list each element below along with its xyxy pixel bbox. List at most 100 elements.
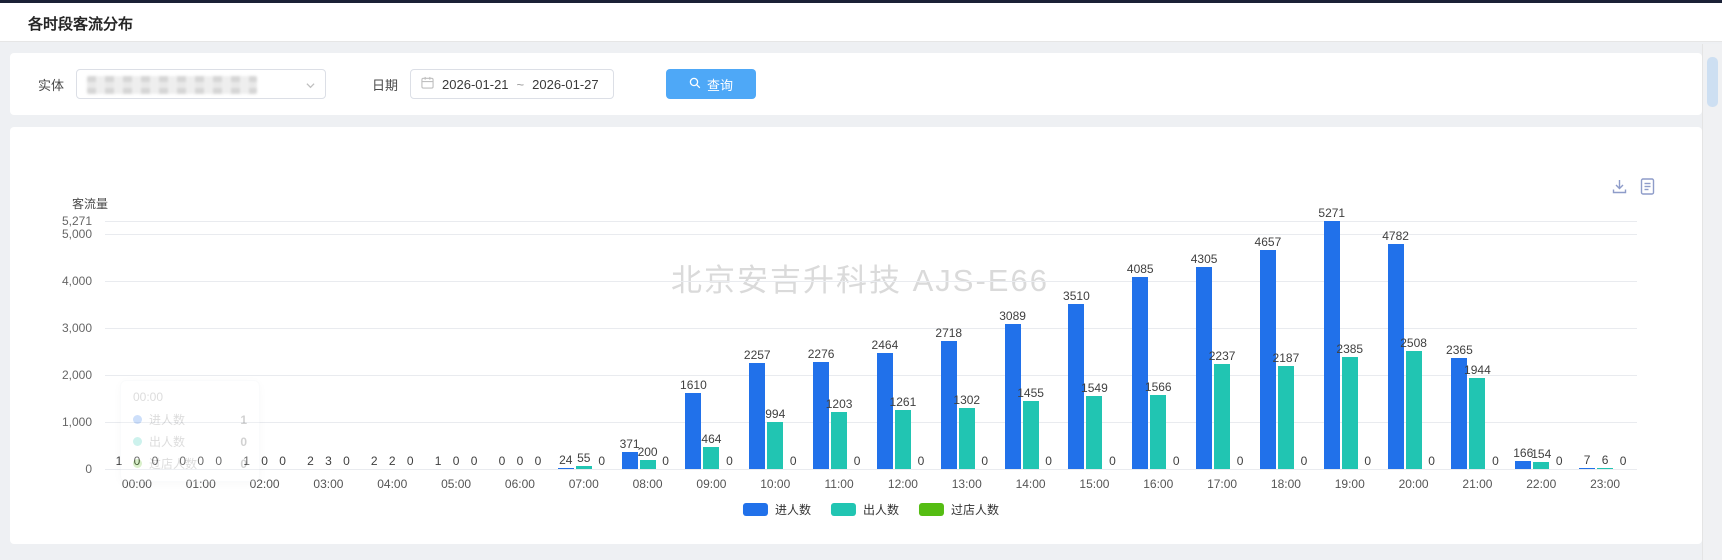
y-gridline	[105, 469, 1637, 470]
tooltip-row: 过店人数0	[133, 455, 247, 472]
x-axis-label: 16:00	[1143, 477, 1173, 491]
legend-swatch	[743, 503, 768, 516]
bar-value-label: 1203	[826, 397, 853, 411]
bar-value-label: 0	[517, 454, 524, 468]
bar-进人数[interactable]	[558, 468, 574, 469]
bar-value-label: 0	[343, 454, 350, 468]
bar-进人数[interactable]	[813, 362, 829, 469]
bar-出人数[interactable]	[1406, 351, 1422, 469]
bar-出人数[interactable]	[1278, 366, 1294, 469]
bar-value-label: 0	[790, 454, 797, 468]
bar-value-label: 1549	[1081, 381, 1108, 395]
page: 各时段客流分布 实体 日期 2026-01-21 ~ 2026-01-27 查询	[0, 0, 1722, 560]
legend-item-过店人数[interactable]: 过店人数	[919, 501, 999, 518]
bar-出人数[interactable]	[1469, 378, 1485, 469]
bar-value-label: 24	[559, 453, 572, 467]
bar-value-label: 6	[1602, 453, 1609, 467]
date-label: 日期	[372, 75, 398, 94]
x-axis-label: 03:00	[313, 477, 343, 491]
bar-value-label: 1566	[1145, 380, 1172, 394]
entity-select[interactable]	[76, 69, 326, 99]
y-axis-tick-label: 4,000	[10, 274, 92, 288]
bar-进人数[interactable]	[1579, 468, 1595, 469]
bar-value-label: 0	[407, 454, 414, 468]
bar-出人数[interactable]	[1086, 396, 1102, 469]
bar-value-label: 55	[577, 451, 590, 465]
bar-出人数[interactable]	[1597, 468, 1613, 469]
bar-value-label: 0	[1301, 454, 1308, 468]
x-axis-label: 23:00	[1590, 477, 1620, 491]
legend-item-出人数[interactable]: 出人数	[831, 501, 899, 518]
bar-出人数[interactable]	[895, 410, 911, 469]
x-axis-label: 11:00	[825, 477, 854, 491]
bar-value-label: 0	[1109, 454, 1116, 468]
date-separator: ~	[517, 77, 525, 92]
bar-value-label: 2	[307, 454, 314, 468]
bar-value-label: 0	[1620, 454, 1627, 468]
query-button-label: 查询	[707, 75, 733, 94]
bar-出人数[interactable]	[1150, 395, 1166, 469]
legend-label: 进人数	[775, 501, 811, 518]
x-axis-label: 05:00	[441, 477, 471, 491]
bar-value-label: 5271	[1318, 206, 1345, 220]
bar-value-label: 3089	[999, 309, 1026, 323]
bar-value-label: 3510	[1063, 289, 1090, 303]
tooltip: 00:00 进人数1出人数0过店人数0	[120, 380, 260, 482]
bar-进人数[interactable]	[1388, 244, 1404, 469]
bar-value-label: 0	[499, 454, 506, 468]
scrollbar-track[interactable]	[1702, 44, 1722, 560]
x-axis-label: 12:00	[888, 477, 918, 491]
bar-进人数[interactable]	[685, 393, 701, 469]
bar-进人数[interactable]	[1196, 267, 1212, 469]
bar-value-label: 0	[453, 454, 460, 468]
bar-出人数[interactable]	[1533, 462, 1549, 469]
page-title: 各时段客流分布	[28, 13, 133, 34]
bar-出人数[interactable]	[959, 408, 975, 469]
y-axis-tick-label: 3,000	[10, 321, 92, 335]
chart-card: 客流量 北京安吉升科技 AJS-E66 01,0002,0003,0004,00…	[10, 127, 1702, 544]
bar-value-label: 0	[1492, 454, 1499, 468]
bar-value-label: 0	[1364, 454, 1371, 468]
bar-出人数[interactable]	[831, 412, 847, 469]
bar-进人数[interactable]	[622, 452, 638, 469]
query-button[interactable]: 查询	[666, 69, 756, 99]
bar-value-label: 994	[765, 407, 785, 421]
bar-出人数[interactable]	[640, 460, 656, 469]
calendar-icon	[421, 76, 434, 92]
x-axis-label: 21:00	[1462, 477, 1492, 491]
x-axis-label: 14:00	[1016, 477, 1046, 491]
bar-出人数[interactable]	[767, 422, 783, 469]
tooltip-series-value: 0	[240, 457, 247, 471]
bar-value-label: 4657	[1255, 235, 1282, 249]
legend-swatch	[919, 503, 944, 516]
redacted-entity-value	[87, 76, 257, 94]
bar-出人数[interactable]	[1023, 401, 1039, 469]
y-gridline	[105, 328, 1637, 329]
x-axis-label: 08:00	[633, 477, 663, 491]
bar-value-label: 2464	[872, 338, 899, 352]
x-axis-label: 18:00	[1271, 477, 1301, 491]
bar-value-label: 0	[1556, 454, 1563, 468]
bar-value-label: 0	[726, 454, 733, 468]
bar-进人数[interactable]	[1515, 461, 1531, 469]
bar-value-label: 0	[1237, 454, 1244, 468]
date-range-picker[interactable]: 2026-01-21 ~ 2026-01-27	[410, 69, 614, 99]
bar-value-label: 1610	[680, 378, 707, 392]
tooltip-row: 出人数0	[133, 433, 247, 450]
bar-进人数[interactable]	[877, 353, 893, 469]
bar-出人数[interactable]	[576, 466, 592, 469]
bar-出人数[interactable]	[1214, 364, 1230, 469]
bar-进人数[interactable]	[1132, 277, 1148, 469]
bar-value-label: 200	[638, 445, 658, 459]
legend-item-进人数[interactable]: 进人数	[743, 501, 811, 518]
scrollbar-thumb[interactable]	[1707, 57, 1718, 107]
bar-value-label: 0	[981, 454, 988, 468]
bar-出人数[interactable]	[703, 447, 719, 469]
bar-出人数[interactable]	[1342, 357, 1358, 469]
x-axis-label: 13:00	[952, 477, 982, 491]
legend-label: 出人数	[863, 501, 899, 518]
bar-value-label: 0	[1428, 454, 1435, 468]
bar-value-label: 0	[918, 454, 925, 468]
bar-进人数[interactable]	[749, 363, 765, 469]
chevron-down-icon	[306, 81, 315, 90]
